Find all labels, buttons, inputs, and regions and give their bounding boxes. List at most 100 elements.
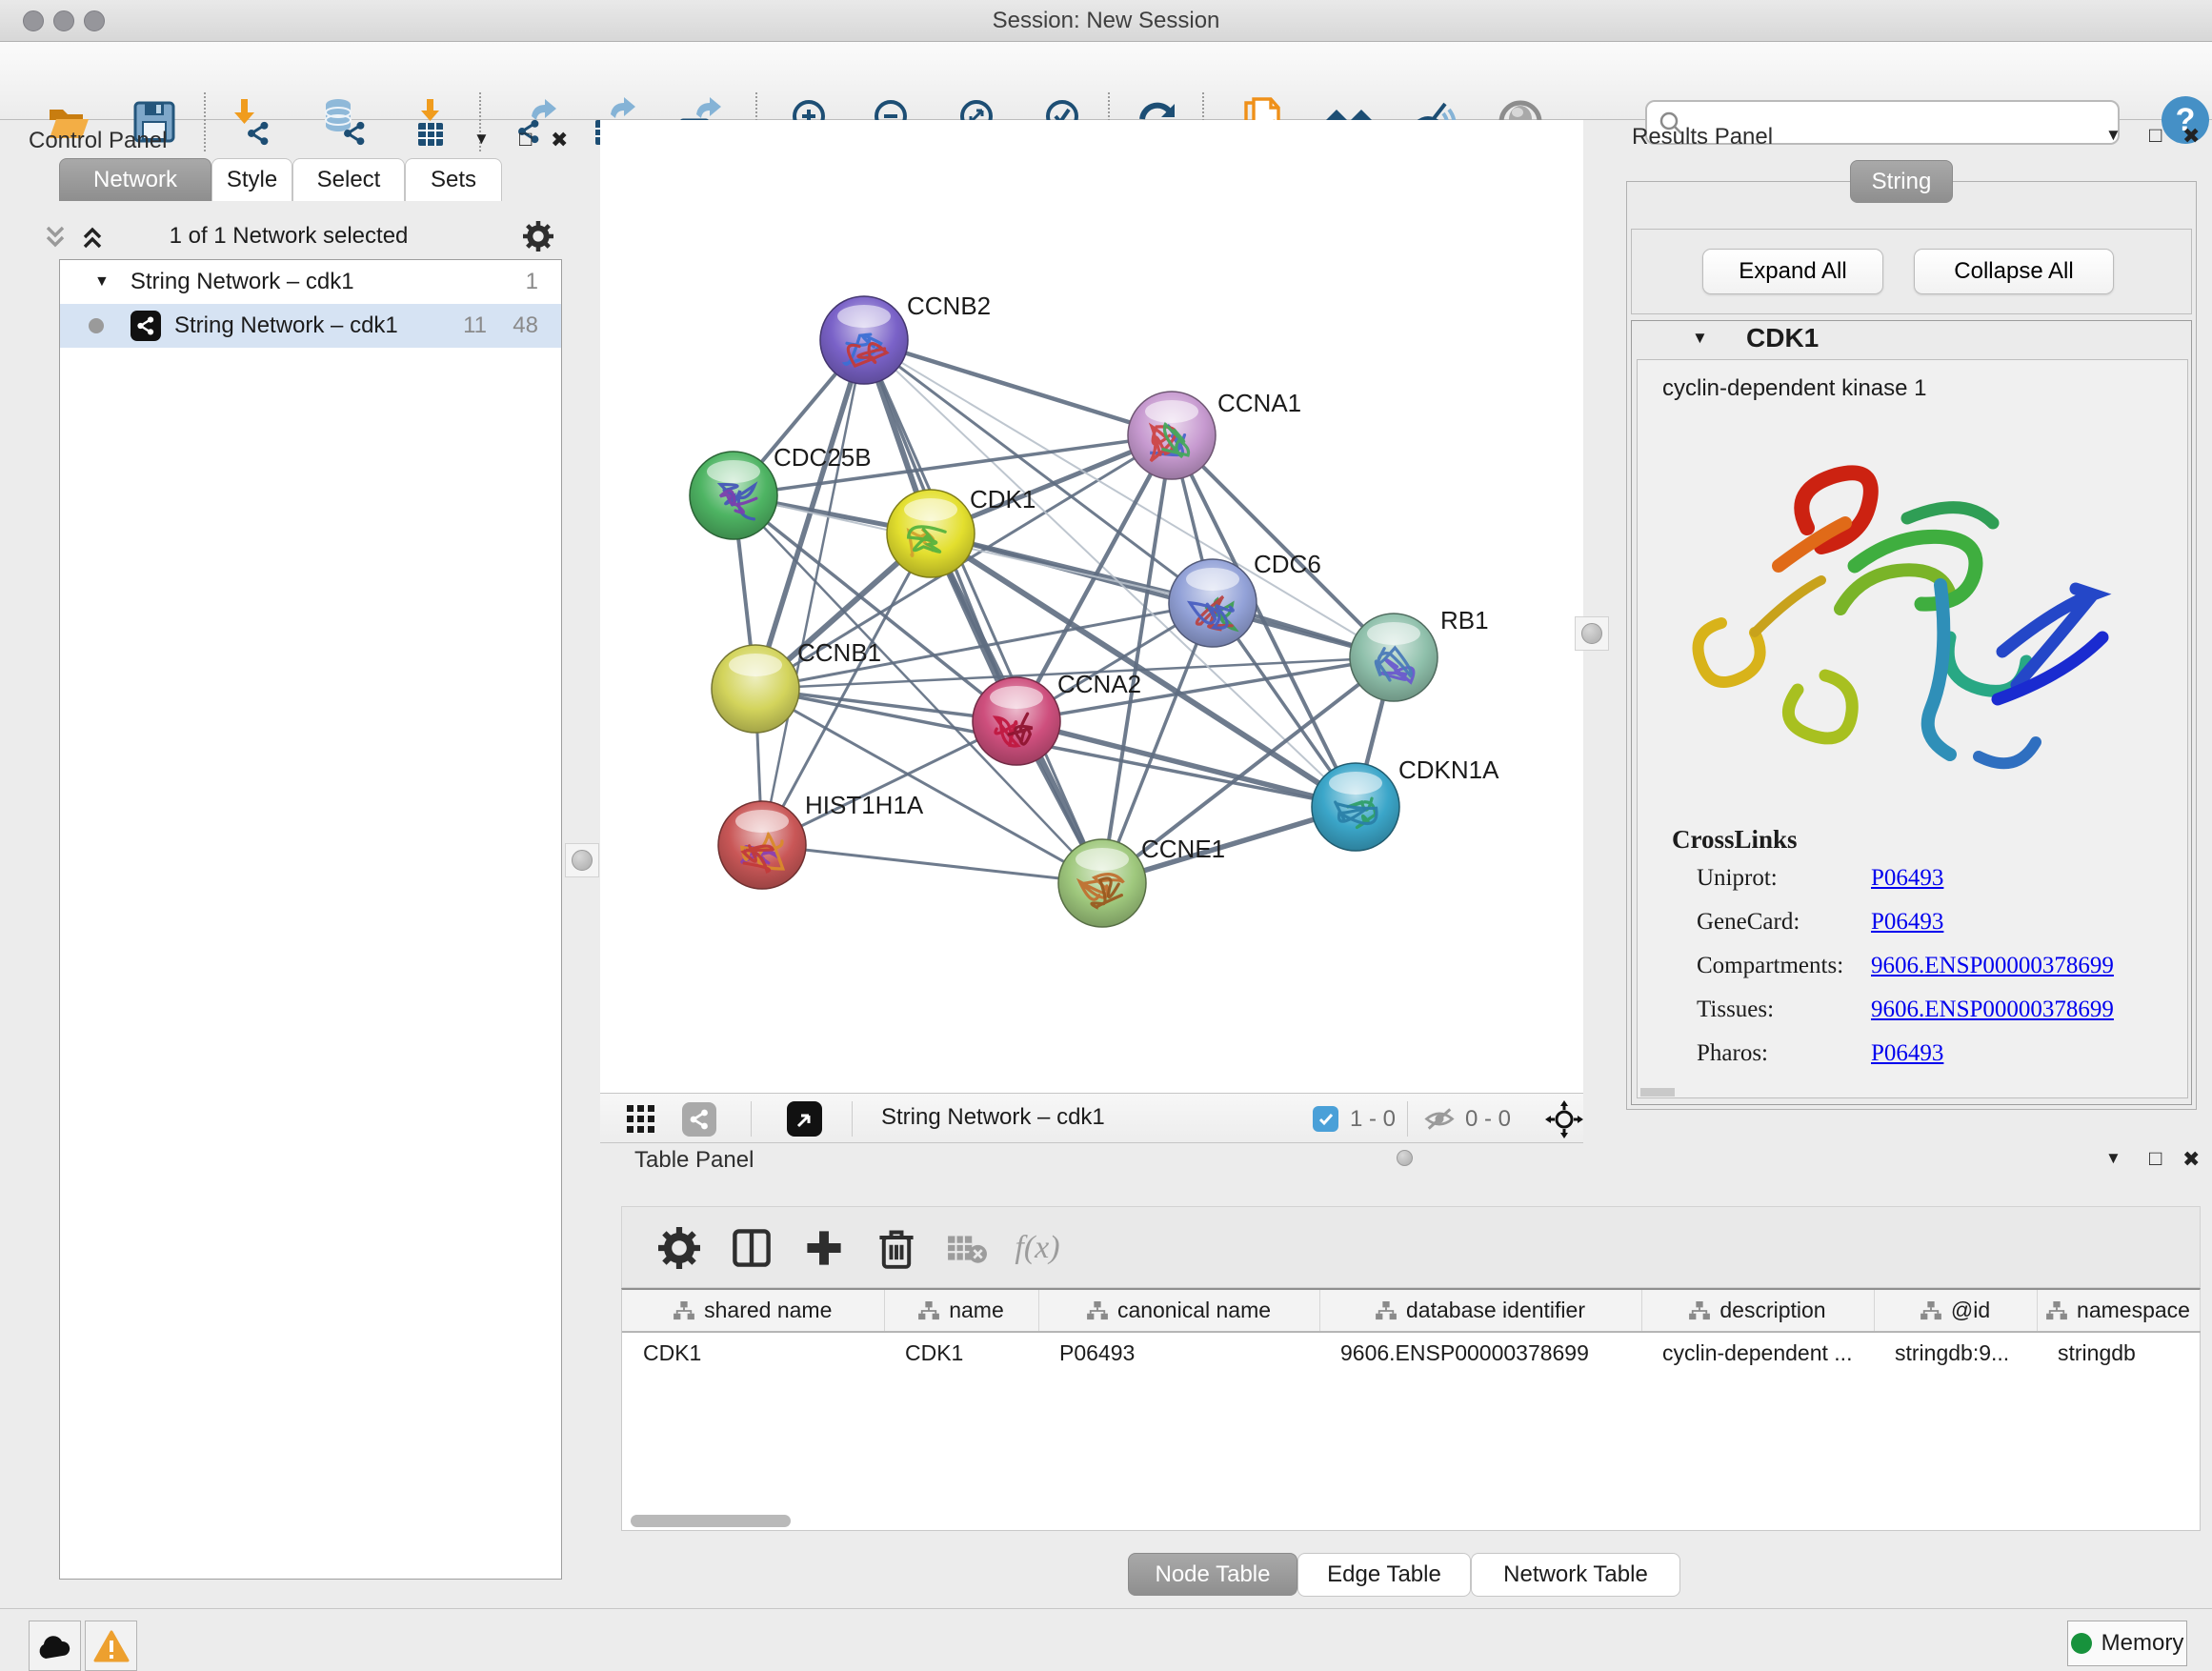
string-network-graph[interactable]: CCNB2CCNA1CDC25BCDK1CDC6RB1CCNB1CCNA2CDK…	[600, 120, 1583, 1093]
panel-collapse-icon[interactable]: ▼	[473, 130, 490, 149]
selected-checkbox-icon[interactable]	[1313, 1106, 1338, 1132]
crosslink-row: Pharos:P06493	[1638, 1040, 2189, 1084]
delete-table-icon-disabled	[946, 1227, 988, 1269]
node-label-CCNA1: CCNA1	[1217, 389, 1301, 417]
table-cell[interactable]: cyclin-dependent ...	[1641, 1332, 1874, 1374]
table-toolbar: f(x)	[621, 1206, 2201, 1288]
table-cell[interactable]: CDK1	[884, 1332, 1038, 1374]
network-row-selected[interactable]: String Network – cdk1 11 48	[60, 304, 561, 348]
table-cell[interactable]: 9606.ENSP00000378699	[1319, 1332, 1641, 1374]
column-header-shared-name[interactable]: shared name	[622, 1290, 884, 1332]
warning-triangle-icon	[93, 1630, 130, 1662]
table-cell[interactable]: stringdb	[2037, 1332, 2200, 1374]
network-options-gear-icon[interactable]	[523, 221, 553, 252]
panel-collapse-icon[interactable]: ▼	[2105, 126, 2122, 145]
main-toolbar: ?	[0, 42, 2212, 120]
hidden-count: 0 - 0	[1465, 1106, 1511, 1133]
gene-symbol: CDK1	[1746, 323, 1819, 353]
network-list: ▼ String Network – cdk1 1 String Network…	[59, 259, 562, 1580]
crosslink-link[interactable]: P06493	[1871, 1040, 1943, 1067]
column-header-database-identifier[interactable]: database identifier	[1319, 1290, 1641, 1332]
crosslink-row: Tissues:9606.ENSP00000378699	[1638, 997, 2189, 1040]
crosslink-link[interactable]: P06493	[1871, 909, 1943, 936]
node-table[interactable]: shared namenamecanonical namedatabase id…	[621, 1288, 2201, 1531]
memory-label: Memory	[2101, 1630, 2184, 1657]
table-cell[interactable]: CDK1	[622, 1332, 884, 1374]
panel-collapse-icon[interactable]: ▼	[2105, 1149, 2122, 1168]
node-CCNB1[interactable]: CCNB1	[712, 638, 881, 733]
column-header-name[interactable]: name	[884, 1290, 1038, 1332]
node-HIST1H1A[interactable]: HIST1H1A	[718, 791, 924, 889]
table-cell[interactable]: P06493	[1038, 1332, 1319, 1374]
column-header-canonical-name[interactable]: canonical name	[1038, 1290, 1319, 1332]
panel-close-icon[interactable]: ✖	[2182, 1147, 2200, 1172]
warnings-button[interactable]	[85, 1621, 137, 1671]
node-CDKN1A[interactable]: CDKN1A	[1312, 755, 1499, 851]
crosslink-label: Compartments:	[1697, 953, 1843, 979]
panel-close-icon[interactable]: ✖	[551, 128, 568, 152]
memory-button[interactable]: Memory	[2067, 1621, 2187, 1666]
crosslink-link[interactable]: 9606.ENSP00000378699	[1871, 997, 2114, 1023]
table-options-gear-icon[interactable]	[658, 1227, 700, 1269]
control-panel-title: Control Panel	[29, 128, 167, 154]
gene-section-expander-icon[interactable]: ▼	[1692, 329, 1708, 348]
crosslink-row: Uniprot:P06493	[1638, 865, 2189, 909]
hidden-eye-slash-icon[interactable]	[1423, 1106, 1456, 1132]
statusbar-divider	[1407, 1101, 1408, 1137]
panel-float-icon[interactable]: □	[2149, 123, 2162, 148]
window-title: Session: New Session	[0, 0, 2212, 42]
node-RB1[interactable]: RB1	[1350, 606, 1489, 701]
birdseye-view-icon[interactable]	[787, 1101, 822, 1137]
node-CCNA1[interactable]: CCNA1	[1128, 389, 1301, 479]
tab-node-table[interactable]: Node Table	[1128, 1553, 1297, 1596]
crosslink-link[interactable]: P06493	[1871, 865, 1943, 892]
table-hscrollbar-thumb[interactable]	[631, 1515, 791, 1527]
column-header-description[interactable]: description	[1641, 1290, 1874, 1332]
tab-network[interactable]: Network	[59, 158, 211, 201]
node-CCNE1[interactable]: CCNE1	[1058, 835, 1225, 927]
function-builder-fx-disabled: f(x)	[1016, 1227, 1058, 1269]
edge-CCNB2-HIST1H1A[interactable]	[762, 340, 864, 845]
grid-view-icon[interactable]	[627, 1105, 655, 1134]
memory-status-dot	[2071, 1633, 2092, 1654]
collapse-all-button[interactable]: Collapse All	[1914, 249, 2114, 294]
crosslink-link[interactable]: 9606.ENSP00000378699	[1871, 953, 2114, 979]
tab-select[interactable]: Select	[292, 158, 405, 201]
edge-CCNE1-HIST1H1A[interactable]	[762, 845, 1102, 883]
network-canvas[interactable]: CCNB2CCNA1CDC25BCDK1CDC6RB1CCNB1CCNA2CDK…	[600, 120, 1583, 1093]
tab-sets[interactable]: Sets	[405, 158, 502, 201]
panel-float-icon[interactable]: □	[2149, 1146, 2162, 1171]
create-column-plus-icon[interactable]	[803, 1227, 845, 1269]
show-columns-icon[interactable]	[731, 1227, 773, 1269]
right-splitter-handle[interactable]	[1575, 616, 1609, 651]
node-label-CCNE1: CCNE1	[1141, 835, 1225, 863]
selected-count: 1 - 0	[1350, 1106, 1396, 1133]
column-header-@id[interactable]: @id	[1874, 1290, 2037, 1332]
table-row[interactable]: CDK1CDK1P064939606.ENSP00000378699cyclin…	[622, 1332, 2200, 1374]
node-CDC25B[interactable]: CDC25B	[690, 443, 872, 539]
node-label-CCNA2: CCNA2	[1057, 670, 1141, 698]
tab-string[interactable]: String	[1850, 160, 1953, 203]
cloud-icon	[36, 1632, 74, 1661]
column-header-namespace[interactable]: namespace	[2037, 1290, 2200, 1332]
tab-edge-table[interactable]: Edge Table	[1297, 1553, 1471, 1597]
tab-style[interactable]: Style	[211, 158, 292, 201]
cloud-status-button[interactable]	[29, 1621, 81, 1671]
network-share-view-icon[interactable]	[682, 1102, 716, 1137]
network-collection-row[interactable]: ▼ String Network – cdk1 1	[60, 260, 561, 304]
results-hscrollbar-thumb[interactable]	[1640, 1088, 1675, 1097]
left-splitter-handle[interactable]	[565, 843, 599, 877]
tab-network-table[interactable]: Network Table	[1471, 1553, 1680, 1597]
delete-column-trash-icon[interactable]	[875, 1227, 917, 1269]
current-network-title: String Network – cdk1	[881, 1104, 1105, 1131]
node-CCNA2[interactable]: CCNA2	[973, 670, 1141, 765]
tree-expander-icon[interactable]: ▼	[94, 273, 110, 291]
table-cell[interactable]: stringdb:9...	[1874, 1332, 2037, 1374]
panel-float-icon[interactable]: □	[519, 127, 532, 151]
panel-close-icon[interactable]: ✖	[2182, 124, 2200, 149]
crosshair-pan-icon[interactable]	[1545, 1100, 1583, 1138]
collection-count: 1	[526, 269, 538, 295]
edge-CCNB2-CCNA1[interactable]	[864, 340, 1172, 435]
gene-section: ▼ CDK1 cyclin-dependent kinase 1	[1631, 320, 2192, 1105]
expand-all-button[interactable]: Expand All	[1702, 249, 1883, 294]
